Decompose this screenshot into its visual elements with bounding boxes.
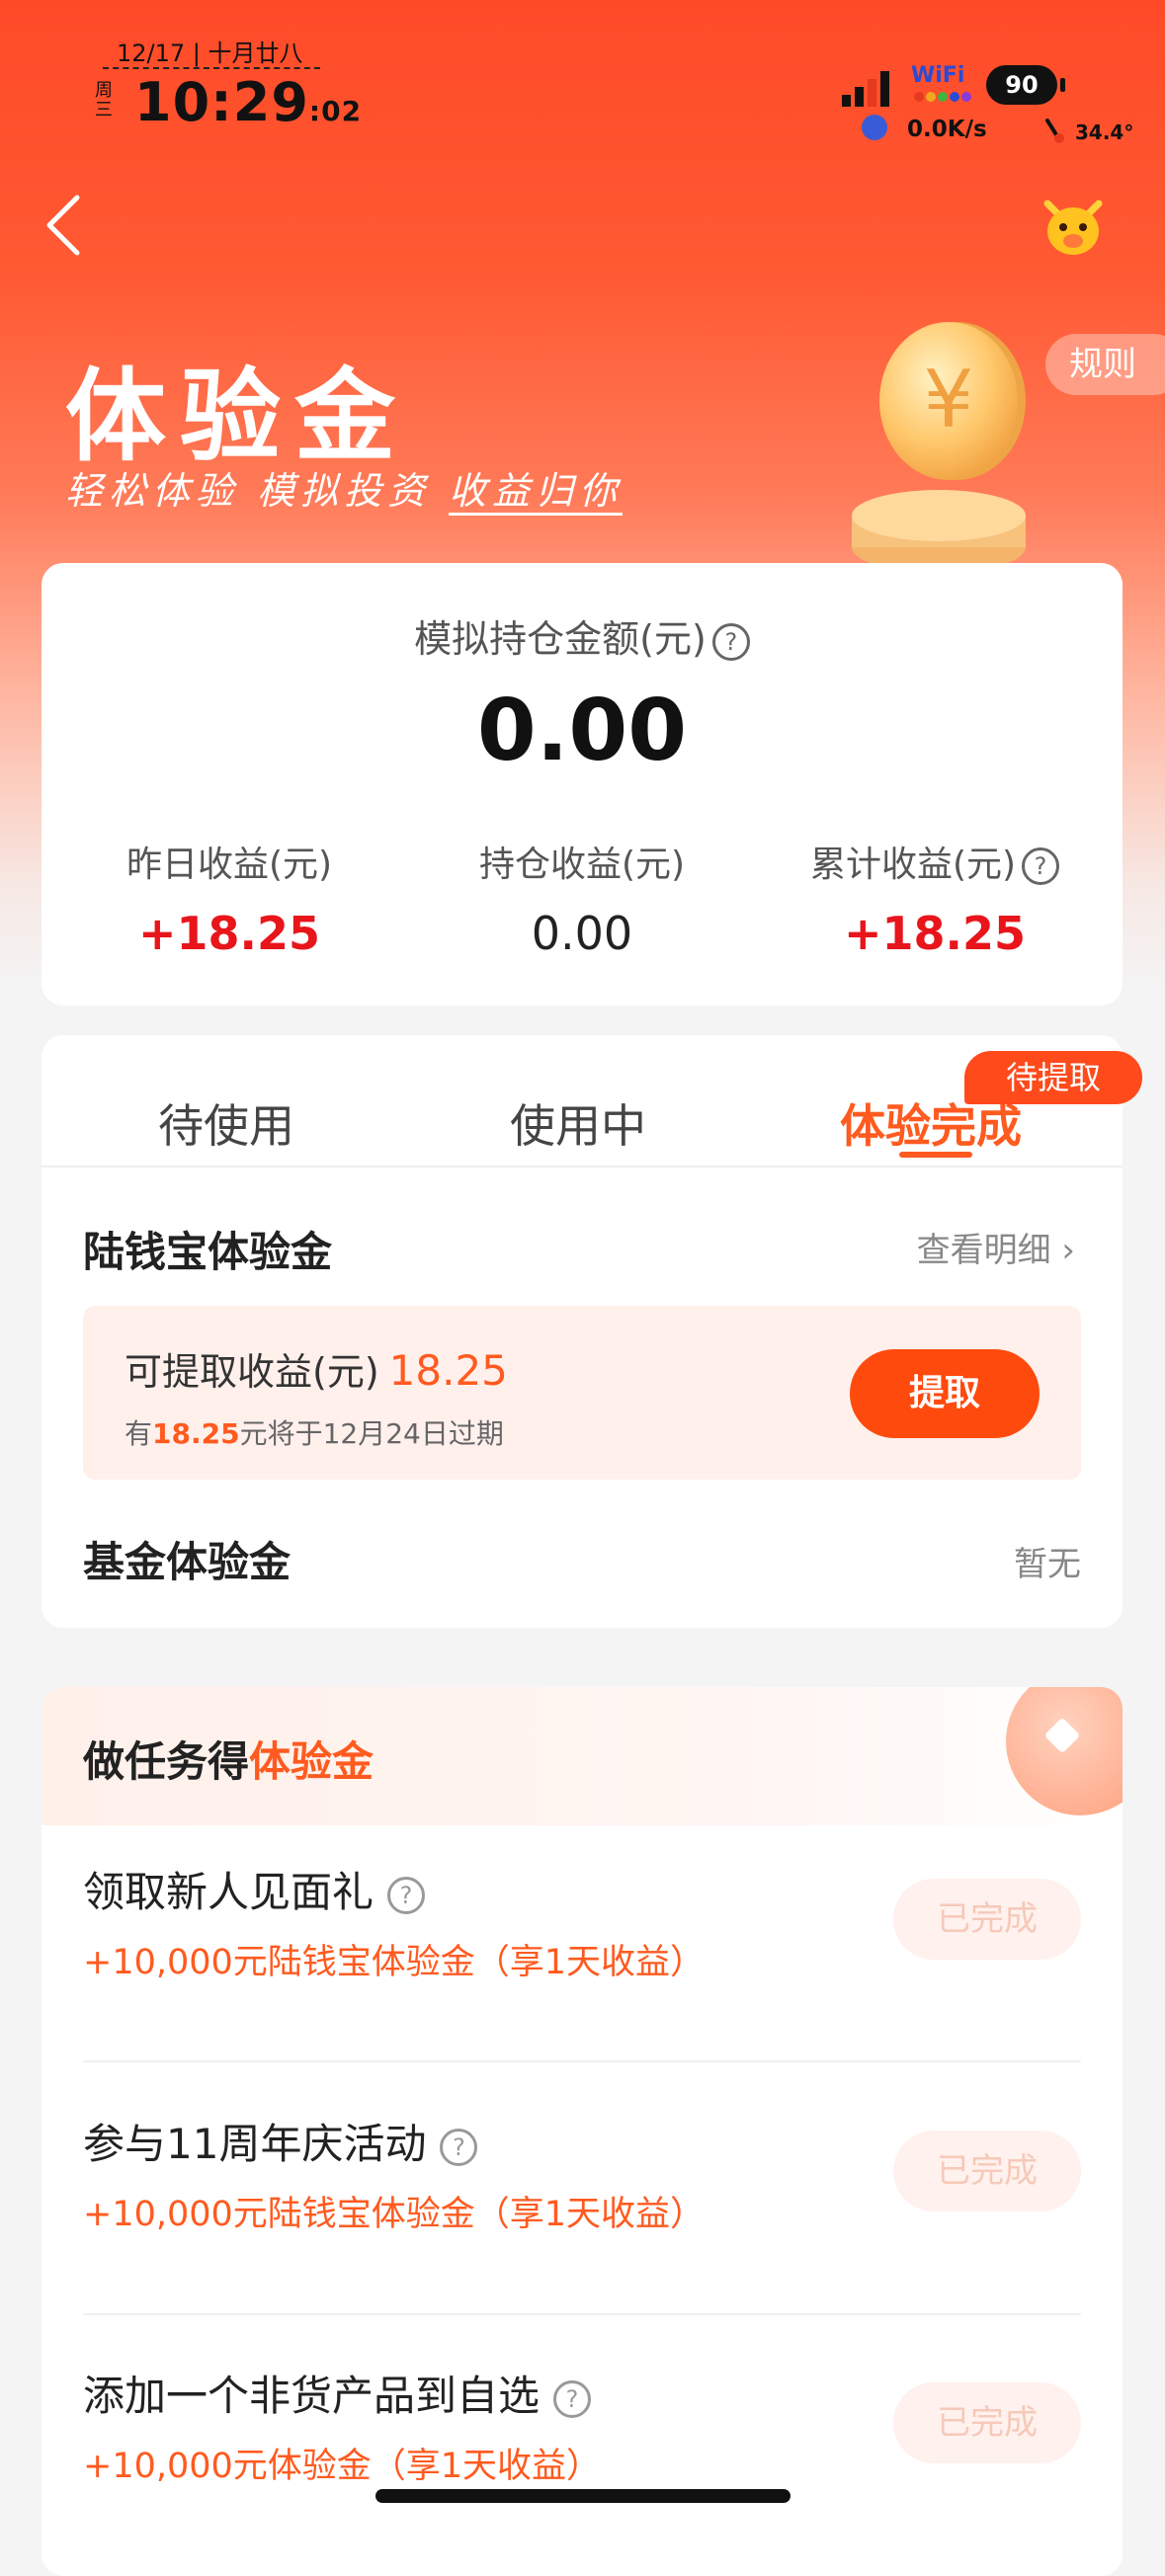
rules-button[interactable]: 规则 <box>1045 334 1165 395</box>
task-title-highlight: 体验金 <box>249 1737 374 1786</box>
stat-value: +18.25 <box>843 907 1027 960</box>
help-icon[interactable]: ? <box>711 622 750 661</box>
tab-badge: 待提取 <box>964 1051 1142 1104</box>
help-icon[interactable]: ? <box>1022 847 1060 885</box>
task-card: 做任务得体验金 领取新人见面礼? +10,000元陆钱宝体验金（享1天收益） 已… <box>42 1687 1123 2576</box>
task-item: 添加一个非货产品到自选? +10,000元体验金（享1天收益） 已完成 <box>83 2343 1081 2576</box>
status-date: 12/17 | 十月廿八 <box>117 40 303 67</box>
task-item: 参与11周年庆活动? +10,000元陆钱宝体验金（享1天收益） 已完成 <box>83 2091 1081 2343</box>
task-divider <box>83 2060 1081 2062</box>
tab-divider <box>42 1166 1123 1167</box>
temperature: 34.4° <box>1075 121 1134 144</box>
task-name: 添加一个非货产品到自选 <box>83 2372 541 2420</box>
wifi-icon: WiFi <box>911 63 965 88</box>
help-icon[interactable]: ? <box>553 2379 592 2418</box>
coin-illustration: ¥ <box>852 322 1026 565</box>
fund-status: 暂无 <box>1014 1545 1081 1584</box>
subtitle-highlight: 收益归你 <box>449 469 624 516</box>
expiry-note: 有18.25元将于12月24日过期 <box>125 1412 504 1452</box>
stat-label: 累计收益(元) <box>809 845 1017 885</box>
task-divider <box>83 2313 1081 2315</box>
signal-icon <box>842 71 889 107</box>
thermometer-icon <box>1045 119 1064 143</box>
back-arrow-icon[interactable] <box>43 194 83 257</box>
stat-holding: 持仓收益(元) 0.00 <box>404 836 760 960</box>
withdraw-amount: 18.25 <box>388 1346 508 1395</box>
task-name-row: 添加一个非货产品到自选? <box>83 2363 592 2423</box>
page-title: 体验金 <box>65 359 409 476</box>
lqb-title: 陆钱宝体验金 <box>83 1228 333 1276</box>
task-title-prefix: 做任务得 <box>83 1737 250 1786</box>
status-time: 10:29:02 <box>134 71 362 133</box>
note-prefix: 有 <box>125 1417 153 1450</box>
view-detail-link[interactable]: 查看明细 › <box>917 1223 1075 1271</box>
tab-active-indicator <box>899 1152 972 1158</box>
task-item: 领取新人见面礼? +10,000元陆钱宝体验金（享1天收益） 已完成 <box>83 1839 1081 2091</box>
note-suffix: 元将于12月24日过期 <box>239 1417 504 1450</box>
fund-title: 基金体验金 <box>83 1538 291 1586</box>
net-speed: 0.0K/s <box>907 117 987 142</box>
holding-label-row: 模拟持仓金额(元)? <box>42 608 1123 663</box>
status-divider <box>103 67 320 69</box>
stat-label-row: 累计收益(元)? <box>757 836 1113 887</box>
holding-label: 模拟持仓金额(元) <box>414 617 707 661</box>
speed-icon <box>862 115 887 140</box>
stat-label: 昨日收益(元) <box>125 845 333 885</box>
task-reward: +10,000元陆钱宝体验金（享1天收益） <box>83 2195 706 2234</box>
view-detail-label: 查看明细 <box>916 1231 1051 1270</box>
help-icon[interactable]: ? <box>440 2128 478 2166</box>
battery-icon: 90 <box>986 65 1065 105</box>
stat-value: 0.00 <box>531 907 633 960</box>
task-name-row: 参与11周年庆活动? <box>83 2111 478 2171</box>
task-name-row: 领取新人见面礼? <box>83 1859 426 1919</box>
page-subtitle: 轻松体验 模拟投资 收益归你 <box>65 460 624 516</box>
task-status-button[interactable]: 已完成 <box>893 2382 1081 2463</box>
summary-card: 模拟持仓金额(元)? 0.00 昨日收益(元) +18.25 持仓收益(元) 0… <box>42 563 1123 1006</box>
subtitle-text: 轻松体验 模拟投资 <box>65 469 450 513</box>
tab-pending[interactable]: 待使用 <box>158 1090 294 1156</box>
stat-yesterday: 昨日收益(元) +18.25 <box>51 836 407 960</box>
withdraw-panel: 可提取收益(元) 18.25 有18.25元将于12月24日过期 提取 <box>83 1306 1081 1480</box>
withdraw-label-row: 可提取收益(元) 18.25 <box>125 1341 508 1396</box>
stat-cumulative: 累计收益(元)? +18.25 <box>757 836 1113 960</box>
withdraw-button[interactable]: 提取 <box>850 1349 1040 1438</box>
stat-value: +18.25 <box>137 907 321 960</box>
note-amount: 18.25 <box>152 1417 240 1450</box>
task-status-button[interactable]: 已完成 <box>893 1879 1081 1960</box>
task-status-button[interactable]: 已完成 <box>893 2131 1081 2212</box>
chevron-right-icon: › <box>1061 1231 1075 1270</box>
tab-in-use[interactable]: 使用中 <box>510 1090 646 1156</box>
task-reward: +10,000元体验金（享1天收益） <box>83 2447 602 2486</box>
stat-label: 持仓收益(元) <box>478 845 686 885</box>
status-weekday: 周三 <box>95 80 113 121</box>
task-name: 参与11周年庆活动 <box>83 2120 427 2168</box>
home-indicator[interactable] <box>375 2489 791 2503</box>
experience-card: 待使用 使用中 体验完成 待提取 陆钱宝体验金 查看明细 › 可提取收益(元) 1… <box>42 1035 1142 1628</box>
help-icon[interactable]: ? <box>387 1876 426 1914</box>
svg-text:¥: ¥ <box>924 354 974 445</box>
holding-amount: 0.00 <box>476 682 688 780</box>
task-section-title: 做任务得体验金 <box>83 1729 374 1789</box>
mascot-icon[interactable] <box>1040 194 1107 261</box>
task-reward: +10,000元陆钱宝体验金（享1天收益） <box>83 1943 706 1982</box>
task-name: 领取新人见面礼 <box>83 1868 374 1916</box>
wifi-strength-icon <box>914 92 971 102</box>
status-time-hm: 10:29 <box>134 71 309 133</box>
withdraw-label: 可提取收益(元) <box>125 1350 379 1394</box>
status-time-seconds: :02 <box>308 95 363 127</box>
